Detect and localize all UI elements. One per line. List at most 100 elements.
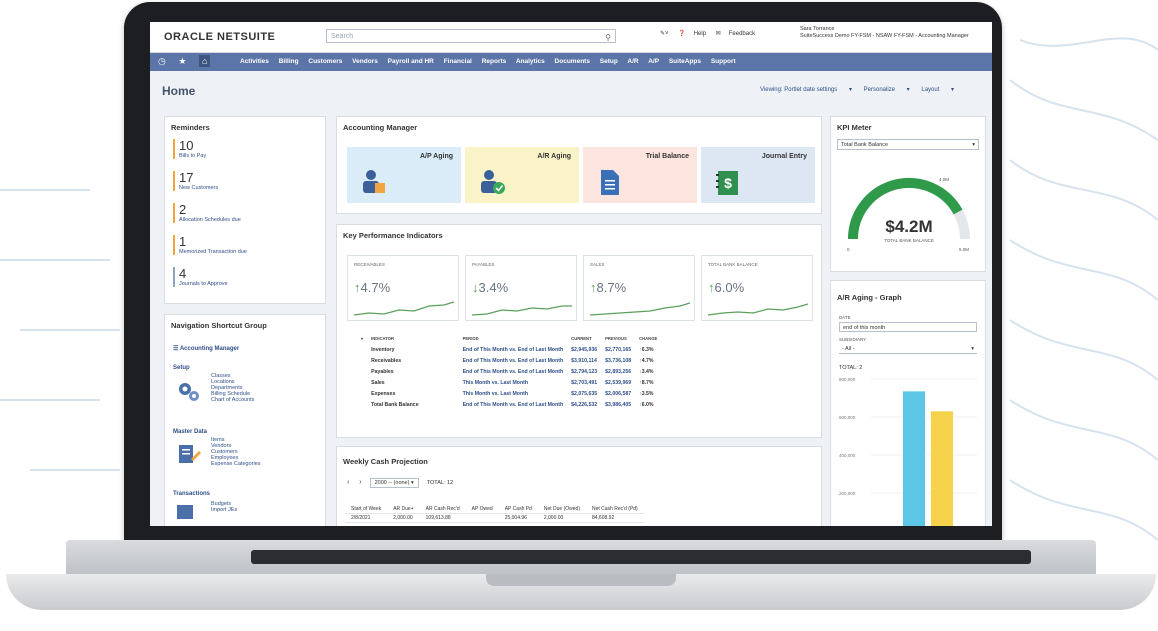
personalize-dropdown[interactable]: Personalize ▾ <box>864 87 910 93</box>
reminder-item[interactable]: 17 New Customers <box>173 171 218 191</box>
next-page-arrow[interactable]: › <box>359 479 361 486</box>
gears-icon <box>179 383 199 401</box>
accounting-manager-title: Accounting Manager <box>343 123 418 132</box>
master-data-section: Master Data <box>173 429 208 435</box>
feedback-icon[interactable]: ✉ <box>716 31 721 37</box>
nav-analytics[interactable]: Analytics <box>516 58 545 65</box>
nav-shortcut-title: Navigation Shortcut Group <box>171 321 267 330</box>
reminder-item[interactable]: 4 Journals to Approve <box>173 267 228 287</box>
gauge-value: $4.2M <box>885 217 933 236</box>
weekly-header: Start of Week AR Due+ AR Cash Rec'd AP Owed… <box>345 505 644 514</box>
nav-reports[interactable]: Reports <box>482 58 507 65</box>
subsidiary-select[interactable]: - All - ▾ <box>839 344 977 354</box>
nav-activities[interactable]: Activities <box>240 58 269 65</box>
document-edit-icon <box>179 445 201 463</box>
nav-ar[interactable]: A/R <box>627 58 638 65</box>
prev-page-arrow[interactable]: ‹ <box>347 479 349 486</box>
kpi-table: ▾ INDICATOR PERIOD CURRENT PREVIOUS CHAN… <box>357 333 661 410</box>
reminder-item[interactable]: 2 Allocation Schedules due <box>173 203 241 223</box>
menu-icon: ☰ <box>173 346 179 352</box>
gauge-mark: 4.0M <box>939 177 950 182</box>
range-select[interactable]: 2000 -- (none) ▾ <box>369 478 419 488</box>
ar-aging-graph-portlet: A/R Aging - Graph DATE end of this month… <box>830 280 986 526</box>
nav-shortcut-portlet: Navigation Shortcut Group ☰ Accounting M… <box>164 314 326 526</box>
search-icon[interactable]: ⚲ <box>605 31 611 45</box>
weekly-row[interactable]: 2/8/2021 2,000.00 109,613.88 25,004.96 2,000… <box>345 513 644 523</box>
transactions-icon <box>177 505 193 519</box>
weekly-total: TOTAL: 12 <box>426 480 454 486</box>
top-bar: ORACLE NETSUITE Search ⚲ ✎˅ ❓ Help ✉ Feedb… <box>150 22 992 53</box>
y-tick-label: 600,000 <box>839 415 856 420</box>
nav-support[interactable]: Support <box>711 58 736 65</box>
nav-documents[interactable]: Documents <box>555 58 590 65</box>
trackpad-notch <box>486 574 676 586</box>
y-tick-label: 200,000 <box>839 491 856 496</box>
kpi-portlet: Key Performance Indicators RECEIVABLES ↑… <box>336 224 822 438</box>
link-import-jes[interactable]: Import JEs <box>211 507 237 513</box>
nav-financial[interactable]: Financial <box>444 58 472 65</box>
y-tick-label: 800,000 <box>839 377 856 382</box>
chart-bar[interactable] <box>903 391 925 526</box>
link-expense-categories[interactable]: Expense Categories <box>211 461 261 467</box>
nav-vendors[interactable]: Vendors <box>352 58 378 65</box>
chart-bar[interactable] <box>931 411 953 526</box>
gauge-min: 0 <box>847 247 850 252</box>
help-icon[interactable]: ❓ <box>678 31 685 37</box>
reminder-item[interactable]: 10 Bills to Pay <box>173 139 206 159</box>
recent-records-icon[interactable]: ✎˅ <box>660 31 669 37</box>
layout-dropdown[interactable]: Layout ▾ <box>921 87 954 93</box>
kpi-card-sales[interactable]: SALES ↑8.7% <box>583 255 695 321</box>
viewing-dropdown[interactable]: Viewing: Portlet date settings ▾ <box>760 87 852 93</box>
keyboard <box>251 550 1031 564</box>
gauge-max: 5.0M <box>959 247 970 252</box>
main-nav: ◷ ★ ⌂ Activities Billing Customers Vendo… <box>150 53 992 71</box>
ar-aging-bar-chart: 800,000 600,000 400,000 200,000 <box>839 377 977 526</box>
graph-total: TOTAL: 2 <box>839 365 863 371</box>
home-icon[interactable]: ⌂ <box>198 55 211 67</box>
nav-payroll[interactable]: Payroll and HR <box>388 58 434 65</box>
reminder-item[interactable]: 1 Memorized Transaction due <box>173 235 247 255</box>
kpi-row[interactable]: Sales This Month vs. Last Month $2,703,491… <box>357 377 661 388</box>
nav-suiteapps[interactable]: SuiteApps <box>669 58 701 65</box>
help-link[interactable]: Help <box>694 31 706 37</box>
laptop-base <box>6 540 1156 610</box>
kpi-meter-portlet: KPI Meter Total Bank Balance ▾ $4.2M TOTA… <box>830 116 986 272</box>
nav-ap[interactable]: A/P <box>648 58 659 65</box>
svg-text:$: $ <box>724 175 732 191</box>
nav-customers[interactable]: Customers <box>308 58 342 65</box>
accounting-manager-portlet: Accounting Manager A/P Aging A/R Aging T… <box>336 116 822 214</box>
ledger-dollar-icon: $ <box>716 171 738 195</box>
kpi-table-header: ▾ INDICATOR PERIOD CURRENT PREVIOUS CHAN… <box>361 336 658 341</box>
netsuite-screen: ORACLE NETSUITE Search ⚲ ✎˅ ❓ Help ✉ Feedb… <box>150 22 992 526</box>
feedback-link[interactable]: Feedback <box>729 31 755 37</box>
kpi-row[interactable]: Payables End of This Month vs. End of Las… <box>357 366 661 377</box>
transactions-section: Transactions <box>173 491 211 497</box>
user-menu[interactable]: Sara Torrance SuiteSuccess Demo FY-FSM -… <box>800 26 969 40</box>
tile-ar-aging[interactable]: A/R Aging <box>465 147 579 203</box>
kpi-row[interactable]: Expenses This Month vs. Last Month $2,075,… <box>357 388 661 399</box>
link-chart-of-accounts[interactable]: Chart of Accounts <box>211 397 254 403</box>
tile-ap-aging[interactable]: A/P Aging <box>347 147 461 203</box>
kpi-row[interactable]: Total Bank Balance End of This Month vs. … <box>357 399 661 410</box>
person-money-icon <box>363 170 385 193</box>
date-field[interactable]: end of this month <box>839 322 977 332</box>
sparkline <box>472 305 572 316</box>
nav-billing[interactable]: Billing <box>279 58 299 65</box>
kpi-card-payables[interactable]: PAYABLES ↓3.4% <box>465 255 577 321</box>
setup-section: Setup <box>173 365 190 371</box>
kpi-card-receivables[interactable]: RECEIVABLES ↑4.7% <box>347 255 459 321</box>
recent-icon[interactable]: ◷ <box>158 56 166 66</box>
weekly-cash-title: Weekly Cash Projection <box>343 457 428 466</box>
nav-setup[interactable]: Setup <box>600 58 618 65</box>
kpi-row[interactable]: Receivables End of This Month vs. End of … <box>357 355 661 366</box>
favorites-star-icon[interactable]: ★ <box>178 56 186 66</box>
tile-trial-balance[interactable]: Trial Balance <box>583 147 697 203</box>
kpi-card-bank-balance[interactable]: TOTAL BANK BALANCE ↑6.0% <box>701 255 813 321</box>
accounting-manager-link[interactable]: ☰ Accounting Manager <box>173 345 239 352</box>
tile-journal-entry[interactable]: Journal Entry $ <box>701 147 815 203</box>
date-label: DATE <box>839 315 851 320</box>
kpi-row[interactable]: Inventory End of This Month vs. End of La… <box>357 344 661 355</box>
kpi-meter-select[interactable]: Total Bank Balance ▾ <box>837 139 979 150</box>
global-search-input[interactable]: Search ⚲ <box>326 29 616 43</box>
page-title: Home <box>162 84 196 98</box>
